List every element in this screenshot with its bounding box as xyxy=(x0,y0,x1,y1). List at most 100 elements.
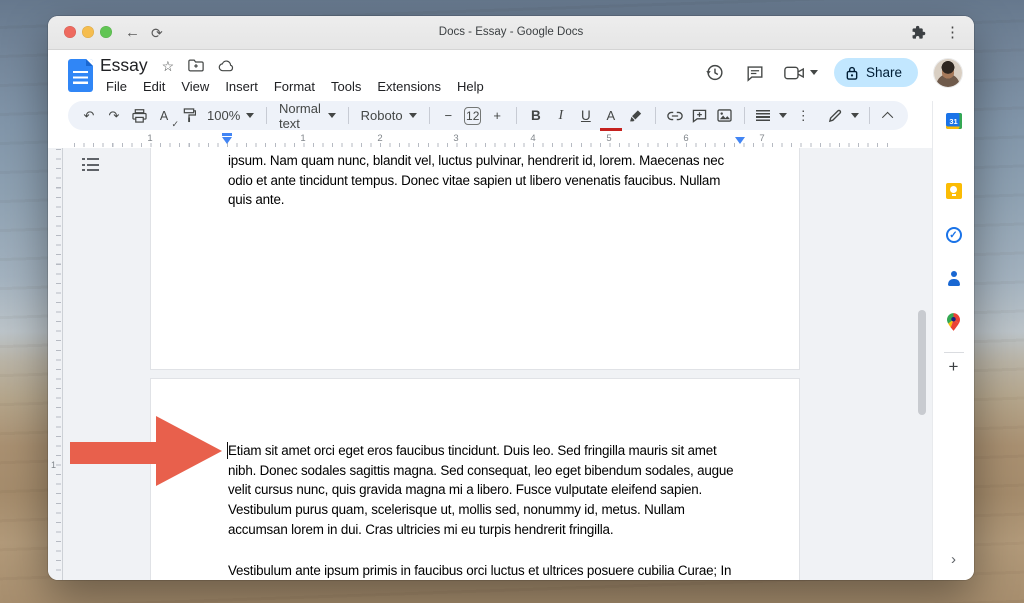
text-line: accumsan lorem in dui. Cras ultricies mi… xyxy=(228,520,759,540)
ruler-number: 3 xyxy=(453,133,458,144)
spell-check-icon[interactable]: A✓ xyxy=(155,105,173,127)
collapse-side-panel-icon[interactable]: › xyxy=(951,551,956,568)
text-line: Etiam sit amet orci eget eros faucibus t… xyxy=(228,441,759,461)
document-status-cloud-icon[interactable] xyxy=(218,60,235,72)
formatting-toolbar: ↶ ↷ A✓ 100% Normal text Roboto − 12 + B … xyxy=(68,101,908,130)
undo-icon[interactable]: ↶ xyxy=(80,105,98,127)
ruler-number: 1 xyxy=(147,133,152,144)
paragraph: Etiam sit amet orci eget eros faucibus t… xyxy=(228,441,759,540)
menu-item[interactable]: Insert xyxy=(217,77,266,96)
document-outline-icon[interactable] xyxy=(82,158,99,172)
paint-format-icon[interactable] xyxy=(180,105,198,127)
left-indent-marker[interactable] xyxy=(222,137,232,144)
get-add-ons-icon[interactable]: + xyxy=(949,357,959,377)
chevron-down-icon[interactable] xyxy=(851,113,859,118)
editing-mode-pen-icon[interactable] xyxy=(826,105,844,127)
lock-icon xyxy=(846,66,858,80)
text-line: Vestibulum purus quam, scelerisque ut, m… xyxy=(228,500,759,520)
italic-button[interactable]: I xyxy=(552,105,570,127)
browser-titlebar: ← ⟳ Docs - Essay - Google Docs ⋮ xyxy=(48,16,974,50)
document-page-1[interactable]: ipsum. Nam quam nunc, blandit vel, luctu… xyxy=(150,148,800,370)
text-color-button[interactable]: A xyxy=(602,105,620,127)
annotation-arrow xyxy=(70,416,224,486)
more-options-icon[interactable]: ⋮ xyxy=(794,105,812,127)
side-panel-divider xyxy=(944,352,964,353)
account-avatar[interactable] xyxy=(934,59,962,87)
paragraph: Vestibulum ante ipsum primis in faucibus… xyxy=(228,561,759,580)
share-button[interactable]: Share xyxy=(834,58,918,87)
increase-font-size-button[interactable]: + xyxy=(488,105,506,127)
chevron-down-icon xyxy=(328,113,336,118)
menu-item[interactable]: Tools xyxy=(323,77,369,96)
chevron-down-icon[interactable] xyxy=(779,113,787,118)
extensions-puzzle-icon[interactable] xyxy=(910,25,927,42)
docs-header: Essay ☆ FileEditViewInsertFormatToolsExt… xyxy=(48,50,974,100)
google-keep-icon[interactable] xyxy=(946,183,962,199)
vertical-scrollbar[interactable] xyxy=(918,310,926,415)
google-calendar-icon[interactable]: 31 xyxy=(946,113,962,129)
chevron-down-icon[interactable] xyxy=(810,70,818,75)
ruler-number: 6 xyxy=(683,133,688,144)
ruler-number: 7 xyxy=(759,133,764,144)
google-tasks-icon[interactable]: ✓ xyxy=(946,227,962,243)
right-indent-marker[interactable] xyxy=(735,137,745,144)
vertical-ruler-number: 1 xyxy=(51,460,56,470)
share-button-label: Share xyxy=(866,65,902,80)
decrease-font-size-button[interactable]: − xyxy=(439,105,457,127)
vertical-ruler xyxy=(62,148,63,580)
horizontal-ruler[interactable]: 1 1 2 3 4 5 6 7 xyxy=(48,133,932,148)
text-line: nibh. Donec sodales sagittis magna. Sed … xyxy=(228,461,759,481)
document-title[interactable]: Essay xyxy=(100,55,148,76)
browser-menu-icon[interactable]: ⋮ xyxy=(945,23,960,43)
menu-item[interactable]: Edit xyxy=(135,77,173,96)
first-line-indent-marker[interactable] xyxy=(222,133,232,136)
ruler-number: 4 xyxy=(530,133,535,144)
insert-link-icon[interactable] xyxy=(666,105,684,127)
workspace-side-panel: 31 ✓ + › xyxy=(932,101,974,580)
menu-item[interactable]: Format xyxy=(266,77,323,96)
menu-item[interactable]: File xyxy=(98,77,135,96)
comments-icon[interactable] xyxy=(743,61,767,85)
ruler-number: 2 xyxy=(377,133,382,144)
menu-bar: FileEditViewInsertFormatToolsExtensionsH… xyxy=(98,77,492,96)
chevron-down-icon xyxy=(409,113,417,118)
text-line: Vestibulum ante ipsum primis in faucibus… xyxy=(228,561,759,580)
font-size-input[interactable]: 12 xyxy=(464,107,481,125)
tab-title: Docs - Essay - Google Docs xyxy=(48,26,974,38)
chevron-down-icon xyxy=(246,113,254,118)
document-page-2[interactable]: Etiam sit amet orci eget eros faucibus t… xyxy=(150,378,800,580)
text-line: odio et ante tincidunt tempus. Donec vit… xyxy=(228,171,759,191)
browser-window: ← ⟳ Docs - Essay - Google Docs ⋮ Essay ☆… xyxy=(48,16,974,580)
menu-item[interactable]: View xyxy=(173,77,217,96)
join-call-control[interactable] xyxy=(783,61,818,85)
text-line: quis ante. xyxy=(228,190,759,210)
redo-icon[interactable]: ↷ xyxy=(105,105,123,127)
align-select[interactable] xyxy=(754,105,772,127)
text-line: velit cursus nunc, quis gravida magna mi… xyxy=(228,480,759,500)
video-camera-icon[interactable] xyxy=(783,61,807,85)
document-canvas[interactable]: 1 ipsum. Nam quam nunc, blandit vel, luc… xyxy=(48,148,932,580)
move-folder-icon[interactable] xyxy=(188,59,204,72)
underline-button[interactable]: U xyxy=(577,105,595,127)
star-icon[interactable]: ☆ xyxy=(162,57,175,75)
hide-menus-button[interactable] xyxy=(880,105,898,127)
google-maps-icon[interactable] xyxy=(945,313,963,331)
menu-item[interactable]: Extensions xyxy=(369,77,449,96)
print-icon[interactable] xyxy=(130,105,148,127)
version-history-icon[interactable] xyxy=(703,61,727,85)
google-contacts-icon[interactable] xyxy=(946,270,962,286)
highlight-color-icon[interactable] xyxy=(627,105,645,127)
ruler-number: 5 xyxy=(606,133,611,144)
chevron-up-icon xyxy=(882,111,893,122)
ruler-number: 1 xyxy=(300,133,305,144)
paragraph-style-select[interactable]: Normal text xyxy=(277,101,338,131)
text-line: ipsum. Nam quam nunc, blandit vel, luctu… xyxy=(228,151,759,171)
paragraph: ipsum. Nam quam nunc, blandit vel, luctu… xyxy=(228,151,759,210)
menu-item[interactable]: Help xyxy=(449,77,492,96)
font-family-select[interactable]: Roboto xyxy=(359,108,419,123)
zoom-select[interactable]: 100% xyxy=(205,108,256,123)
add-comment-icon[interactable] xyxy=(691,105,709,127)
insert-image-icon[interactable] xyxy=(716,105,734,127)
google-docs-logo-icon[interactable] xyxy=(68,59,93,92)
bold-button[interactable]: B xyxy=(527,105,545,127)
